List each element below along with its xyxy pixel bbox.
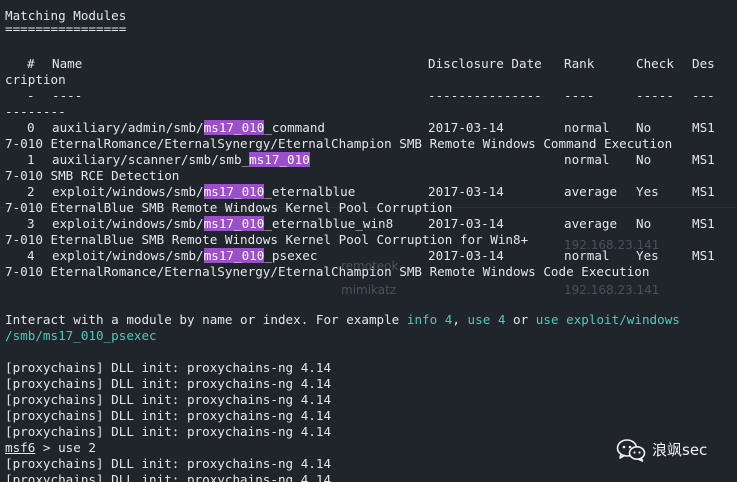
proxychains-log-line: [proxychains] DLL init: proxychains-ng 4…	[5, 456, 332, 471]
row-rank: average	[564, 184, 618, 199]
row-num: 3	[27, 216, 35, 231]
col-desc-header: Des	[692, 56, 715, 71]
col-desc-header-wrap: cription	[5, 72, 66, 87]
row-date: 2017-03-14	[428, 184, 504, 199]
row-num: 4	[27, 248, 35, 263]
row-desc-wrap: 7-010 EternalRomance/EternalSynergy/Eter…	[5, 136, 673, 151]
proxychains-log-line: [proxychains] DLL init: proxychains-ng 4…	[5, 392, 332, 407]
terminal-window[interactable]: 192.168.23.141 remoteok mimikatz 192.168…	[0, 0, 737, 482]
row-check: No	[636, 216, 652, 231]
background-ip-2: 192.168.23.141	[564, 283, 660, 297]
col-rank-sep: ----	[564, 88, 595, 103]
watermark-text: 浪飒sec	[652, 441, 708, 459]
row-num: 2	[27, 184, 35, 199]
prompt-name: msf6	[5, 440, 36, 455]
row-num: 1	[27, 152, 35, 167]
proxychains-log-line: [proxychains] DLL init: proxychains-ng 4…	[5, 424, 332, 439]
col-name-header: Name	[52, 56, 83, 71]
example-use-path-command[interactable]: use exploit/windows	[536, 312, 680, 327]
row-desc-wrap: 7-010 EternalBlue SMB Remote Windows Ker…	[5, 200, 453, 215]
prompt-arrow: >	[35, 440, 59, 455]
col-name-sep: ----	[52, 88, 83, 103]
row-module-name[interactable]: exploit/windows/smb/ms17_010_eternalblue	[52, 184, 355, 200]
proxychains-log-line: [proxychains] DLL init: proxychains-ng 4…	[5, 408, 332, 423]
row-module-name[interactable]: auxiliary/admin/smb/ms17_010_command	[52, 120, 325, 136]
proxychains-log-line: [proxychains] DLL init: proxychains-ng 4…	[5, 472, 332, 482]
search-match-highlight: ms17_010	[249, 152, 310, 167]
row-rank: normal	[564, 248, 610, 263]
row-num: 0	[27, 120, 35, 135]
example-info-command[interactable]: info 4	[407, 312, 453, 327]
row-module-name[interactable]: exploit/windows/smb/ms17_010_psexec	[52, 248, 317, 264]
row-date: 2017-03-14	[428, 248, 504, 263]
background-tool: mimikatz	[341, 283, 397, 297]
row-rank: normal	[564, 152, 610, 167]
wechat-icon	[616, 439, 646, 462]
col-date-header: Disclosure Date	[428, 56, 542, 71]
row-date: 2017-03-14	[428, 216, 504, 231]
row-desc-wrap: 7-010 EternalBlue SMB Remote Windows Ker…	[5, 232, 529, 247]
command-prompt[interactable]: msf6 > use 2	[5, 440, 96, 456]
row-rank: normal	[564, 120, 610, 135]
proxychains-log-line: [proxychains] DLL init: proxychains-ng 4…	[5, 360, 332, 375]
example-use-index-command[interactable]: use 4	[468, 312, 506, 327]
col-check-header: Check	[636, 56, 674, 71]
row-rank: average	[564, 216, 618, 231]
col-num-header: #	[27, 56, 35, 71]
row-desc: MS1	[692, 248, 715, 263]
search-match-highlight: ms17_010	[203, 120, 265, 135]
row-module-name[interactable]: exploit/windows/smb/ms17_010_eternalblue…	[52, 216, 393, 232]
col-check-sep: -----	[636, 88, 674, 103]
example-use-path-command-wrap[interactable]: /smb/ms17_010_psexec	[5, 328, 157, 344]
search-match-highlight: ms17_010	[203, 248, 265, 263]
search-match-highlight: ms17_010	[203, 216, 265, 231]
row-check: Yes	[636, 184, 659, 199]
watermark: 浪飒sec	[616, 437, 707, 463]
col-date-sep: ---------------	[428, 88, 542, 103]
row-desc: MS1	[692, 152, 715, 167]
row-desc-wrap: 7-010 SMB RCE Detection	[5, 168, 180, 183]
col-rank-header: Rank	[564, 56, 595, 71]
search-match-highlight: ms17_010	[203, 184, 265, 199]
row-check: Yes	[636, 248, 659, 263]
row-module-name[interactable]: auxiliary/scanner/smb/smb_ms17_010	[52, 152, 310, 168]
row-desc: MS1	[692, 216, 715, 231]
row-desc: MS1	[692, 184, 715, 199]
proxychains-log-line: [proxychains] DLL init: proxychains-ng 4…	[5, 376, 332, 391]
row-date: 2017-03-14	[428, 120, 504, 135]
row-desc-wrap: 7-010 EternalRomance/EternalSynergy/Eter…	[5, 264, 650, 279]
row-check: No	[636, 152, 652, 167]
col-desc-sep: ---	[692, 88, 715, 103]
row-desc: MS1	[692, 120, 715, 135]
col-desc-sep-wrap: --------	[5, 104, 66, 119]
prompt-command[interactable]: use 2	[58, 440, 96, 455]
col-num-sep: -	[27, 88, 35, 103]
interact-hint: Interact with a module by name or index.…	[5, 312, 680, 327]
row-check: No	[636, 120, 652, 135]
section-underline: ================	[5, 21, 127, 36]
